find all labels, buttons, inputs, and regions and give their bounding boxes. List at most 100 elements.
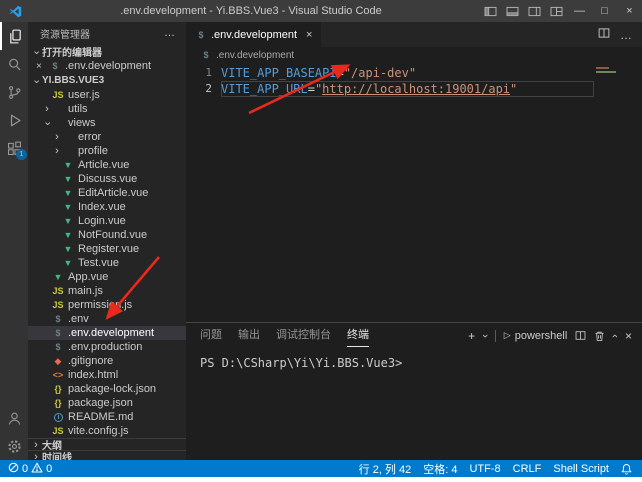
panel-tab-终端[interactable]: 终端 bbox=[347, 324, 369, 347]
maximize-panel-icon[interactable]: › bbox=[609, 334, 621, 338]
toggle-secondary-sidebar-icon[interactable] bbox=[523, 6, 545, 17]
terminal[interactable]: PS D:\CSharp\Yi\Yi.BBS.Vue3> bbox=[186, 348, 642, 378]
tree-item-Login.vue[interactable]: ▼Login.vue bbox=[28, 214, 186, 228]
breadcrumb[interactable]: $ .env.development bbox=[186, 47, 642, 63]
minimize-button[interactable]: — bbox=[567, 0, 592, 22]
more-actions-icon[interactable]: … bbox=[620, 32, 632, 38]
eol-sequence[interactable]: CRLF bbox=[513, 463, 542, 475]
problems-status[interactable]: 0 0 bbox=[8, 462, 52, 476]
file-label: permission.js bbox=[68, 299, 132, 311]
open-editor-item[interactable]: × $ .env.development bbox=[28, 59, 186, 73]
search-icon[interactable] bbox=[0, 50, 28, 78]
close-editor-icon[interactable]: × bbox=[36, 61, 46, 72]
run-debug-icon[interactable] bbox=[0, 106, 28, 134]
bottom-panel: 问题输出调试控制台终端 + › ▷ powershell › bbox=[186, 322, 642, 460]
token-strlink[interactable]: http://localhost:19001/api bbox=[322, 82, 510, 96]
status-left: 0 0 bbox=[8, 462, 52, 476]
tree-item-.gitignore[interactable]: ◆.gitignore bbox=[28, 354, 186, 368]
file-label: Login.vue bbox=[78, 215, 126, 227]
line-number: 2 bbox=[186, 81, 212, 97]
tree-item-README.md[interactable]: iREADME.md bbox=[28, 410, 186, 424]
file-label: views bbox=[68, 117, 96, 129]
tree-item-Article.vue[interactable]: ▼Article.vue bbox=[28, 158, 186, 172]
panel-tab-调试控制台[interactable]: 调试控制台 bbox=[276, 324, 331, 347]
new-terminal-icon[interactable]: + bbox=[468, 329, 475, 343]
explorer-icon[interactable] bbox=[0, 22, 28, 50]
tree-item-App.vue[interactable]: ▼App.vue bbox=[28, 270, 186, 284]
code-line-1[interactable]: 1VITE_APP_BASEAPI="/api-dev" bbox=[186, 65, 642, 81]
tree-item-EditArticle.vue[interactable]: ▼EditArticle.vue bbox=[28, 186, 186, 200]
file-label: Index.vue bbox=[78, 201, 126, 213]
tab-env-development[interactable]: $ .env.development × bbox=[186, 22, 321, 47]
vue-file-icon: ▼ bbox=[62, 188, 74, 198]
project-section-header[interactable]: › YI.BBS.VUE3 bbox=[28, 73, 186, 88]
kill-terminal-trash-icon[interactable] bbox=[594, 330, 605, 342]
info-file-icon: i bbox=[54, 413, 63, 422]
language-mode[interactable]: Shell Script bbox=[553, 463, 609, 475]
tree-item-user.js[interactable]: JSuser.js bbox=[28, 88, 186, 102]
extensions-icon[interactable]: 1 bbox=[0, 134, 28, 162]
code-line-2[interactable]: 2VITE_APP_URL="http://localhost:19001/ap… bbox=[186, 81, 642, 97]
tree-item-.env[interactable]: $.env bbox=[28, 312, 186, 326]
env-file-icon: $ bbox=[195, 30, 207, 40]
tree-item-package-lock.json[interactable]: {}package-lock.json bbox=[28, 382, 186, 396]
notifications-bell-icon[interactable] bbox=[621, 463, 632, 475]
tree-item-package.json[interactable]: {}package.json bbox=[28, 396, 186, 410]
toggle-panel-icon[interactable] bbox=[501, 6, 523, 17]
vue-file-icon: ▼ bbox=[52, 272, 64, 282]
tree-item-index.html[interactable]: <>index.html bbox=[28, 368, 186, 382]
tree-item-main.js[interactable]: JSmain.js bbox=[28, 284, 186, 298]
customize-layout-icon[interactable] bbox=[545, 6, 567, 17]
line-number: 1 bbox=[186, 65, 212, 81]
breadcrumb-item[interactable]: .env.development bbox=[216, 50, 294, 61]
open-editors-header[interactable]: › 打开的编辑器 bbox=[28, 44, 186, 59]
editor-area: $ .env.development × … $ .env.developmen… bbox=[186, 22, 642, 460]
terminal-dropdown-icon[interactable]: › bbox=[479, 334, 491, 338]
line-content: VITE_APP_URL="http://localhost:19001/api… bbox=[221, 81, 594, 97]
launch-profile-button[interactable]: ▷ powershell bbox=[504, 330, 568, 342]
tree-item-NotFound.vue[interactable]: ▼NotFound.vue bbox=[28, 228, 186, 242]
indentation[interactable]: 空格: 4 bbox=[423, 461, 457, 477]
settings-gear-icon[interactable] bbox=[0, 432, 28, 460]
token-str: " bbox=[510, 82, 517, 96]
env-file-icon: $ bbox=[52, 342, 64, 352]
tree-item-Register.vue[interactable]: ▼Register.vue bbox=[28, 242, 186, 256]
js-file-icon: JS bbox=[52, 426, 64, 436]
split-editor-icon[interactable] bbox=[598, 26, 610, 44]
file-label: profile bbox=[78, 145, 108, 157]
minimap[interactable] bbox=[596, 67, 618, 75]
tree-item-.env.production[interactable]: $ .env.production bbox=[28, 340, 186, 354]
tree-item-Discuss.vue[interactable]: ▼Discuss.vue bbox=[28, 172, 186, 186]
close-tab-icon[interactable]: × bbox=[306, 29, 312, 41]
toggle-sidebar-icon[interactable] bbox=[479, 6, 501, 17]
tree-item-.env.development[interactable]: $.env.development bbox=[28, 326, 186, 340]
git-file-icon: ◆ bbox=[52, 356, 64, 366]
code-editor[interactable]: 1VITE_APP_BASEAPI="/api-dev"2VITE_APP_UR… bbox=[186, 63, 642, 322]
sidebar-title: 资源管理器 bbox=[40, 26, 90, 41]
cursor-position[interactable]: 行 2, 列 42 bbox=[359, 461, 412, 477]
tree-item-Index.vue[interactable]: ▼Index.vue bbox=[28, 200, 186, 214]
tree-item-utils[interactable]: ›utils bbox=[28, 102, 186, 116]
explorer-more-actions-icon[interactable]: … bbox=[164, 27, 176, 39]
maximize-button[interactable]: □ bbox=[592, 0, 617, 22]
source-control-icon[interactable] bbox=[0, 78, 28, 106]
tree-item-permission.js[interactable]: JSpermission.js bbox=[28, 298, 186, 312]
tree-item-views[interactable]: ›views bbox=[28, 116, 186, 130]
timeline-section-header[interactable]: › 时间线 bbox=[28, 450, 186, 460]
split-terminal-icon[interactable] bbox=[575, 330, 586, 341]
file-label: .env.production bbox=[68, 341, 142, 353]
panel-tab-输出[interactable]: 输出 bbox=[238, 324, 260, 347]
close-window-button[interactable]: × bbox=[617, 0, 642, 22]
tree-item-profile[interactable]: ›profile bbox=[28, 144, 186, 158]
tree-item-Test.vue[interactable]: ▼Test.vue bbox=[28, 256, 186, 270]
token-op: = bbox=[308, 82, 315, 96]
accounts-icon[interactable] bbox=[0, 404, 28, 432]
tree-item-error[interactable]: ›error bbox=[28, 130, 186, 144]
tree-item-vite.config.js[interactable]: JSvite.config.js bbox=[28, 424, 186, 438]
close-panel-icon[interactable]: × bbox=[625, 329, 632, 343]
encoding[interactable]: UTF-8 bbox=[469, 463, 500, 475]
html-file-icon: <> bbox=[52, 370, 64, 380]
activity-bar-bottom bbox=[0, 404, 28, 460]
open-editor-filename: .env.development bbox=[65, 60, 151, 72]
panel-tab-问题[interactable]: 问题 bbox=[200, 324, 222, 347]
